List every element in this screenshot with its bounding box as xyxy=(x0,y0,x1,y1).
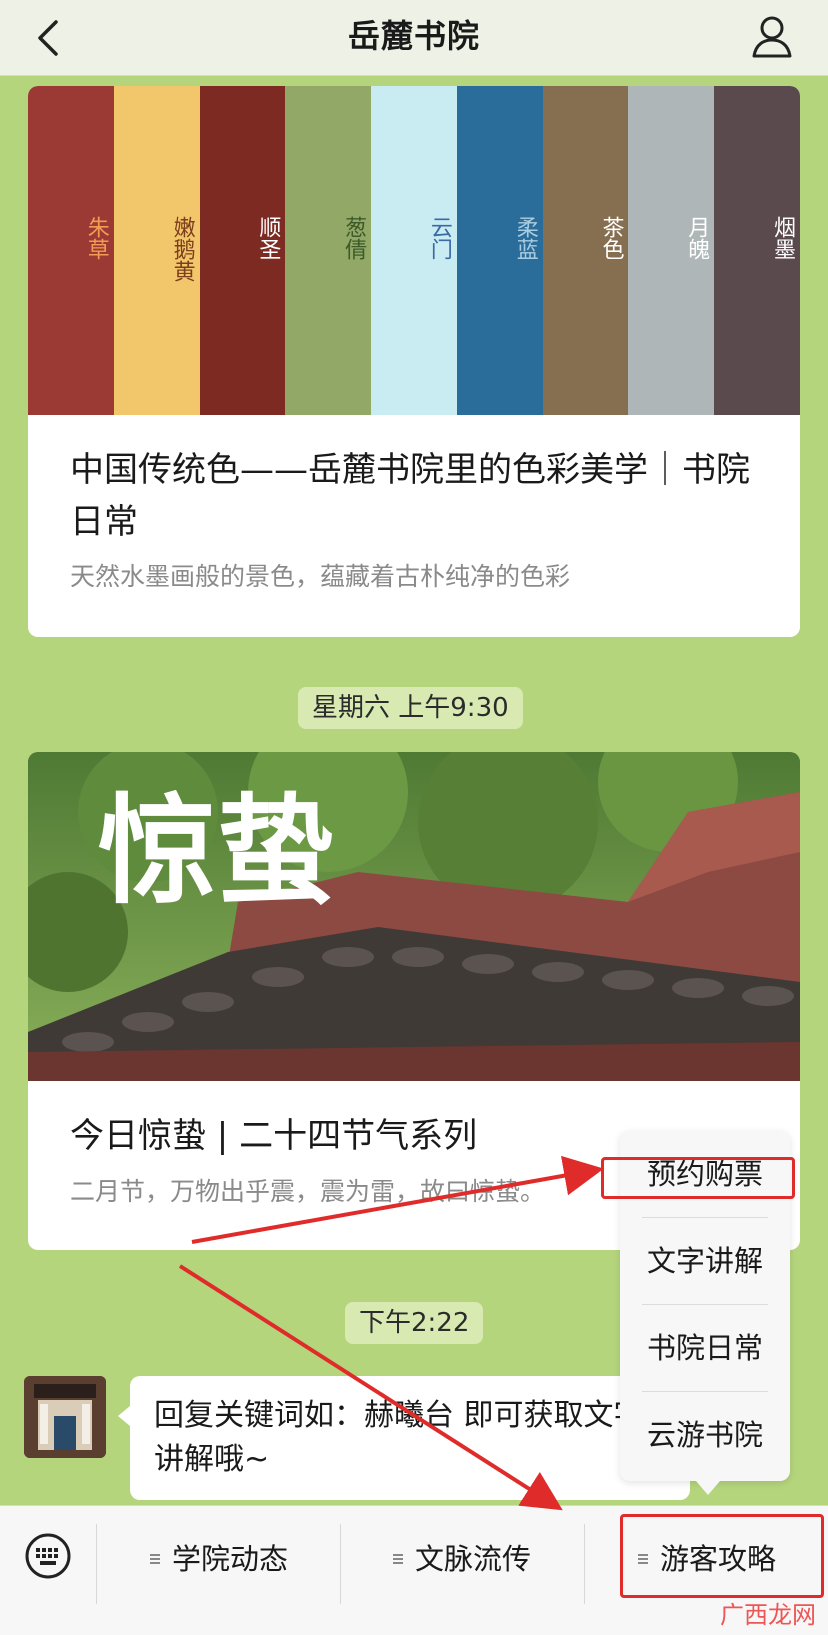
color-stripe: 葱倩 xyxy=(285,86,372,415)
message-text: 回复关键词如：赫曦台 即可获取文字讲解哦~ xyxy=(154,1398,644,1477)
article-card-colors[interactable]: 朱草 嫩鹅黄 顺圣 葱倩 云门 柔蓝 茶色 月魄 烟墨 中国传统色——岳麓书院里… xyxy=(28,86,800,637)
stripe-label: 嫩鹅黄 xyxy=(169,216,195,282)
stripe-label: 顺圣 xyxy=(255,216,281,260)
academy-gate-icon xyxy=(24,1376,106,1458)
watermark: 广西龙网 xyxy=(720,1601,816,1629)
message-bubble: 回复关键词如：赫曦台 即可获取文字讲解哦~ xyxy=(118,1376,690,1500)
menu-label: 文脉流传 xyxy=(415,1542,532,1576)
color-stripe: 月魄 xyxy=(628,86,715,415)
timestamp: 星期六 上午9:30 xyxy=(298,687,523,729)
submenu-item-daily[interactable]: 书院日常 xyxy=(642,1305,768,1391)
keyboard-toggle-icon[interactable] xyxy=(24,1532,72,1580)
stripe-label: 云门 xyxy=(426,216,452,260)
color-stripes-image: 朱草 嫩鹅黄 顺圣 葱倩 云门 柔蓝 茶色 月魄 烟墨 xyxy=(28,86,800,415)
color-stripe: 朱草 xyxy=(28,86,114,415)
color-stripe: 顺圣 xyxy=(199,86,286,415)
profile-icon[interactable] xyxy=(748,12,796,60)
menu-lines-icon xyxy=(150,1554,160,1564)
submenu-item-virtual-tour[interactable]: 云游书院 xyxy=(642,1392,768,1478)
article-title[interactable]: 中国传统色——岳麓书院里的色彩美学｜书院日常 xyxy=(70,444,770,548)
color-stripe: 云门 xyxy=(371,86,457,415)
menu-label: 学院动态 xyxy=(172,1542,289,1576)
account-avatar[interactable] xyxy=(24,1376,106,1458)
cover-image: 惊蛰 xyxy=(28,752,800,1081)
page-title: 岳麓书院 xyxy=(347,17,480,55)
divider xyxy=(584,1524,585,1604)
color-stripe: 烟墨 xyxy=(714,86,800,415)
menu-academy-news[interactable]: 学院动态 xyxy=(150,1530,288,1588)
menu-lines-icon xyxy=(393,1554,403,1564)
stripe-label: 葱倩 xyxy=(341,216,367,260)
article-subtitle: 天然水墨画般的景色，蕴藏着古朴纯净的色彩 xyxy=(70,562,571,591)
highlight-box-visitor-guide xyxy=(620,1514,824,1598)
stripe-label: 茶色 xyxy=(598,216,624,260)
stripe-label: 朱草 xyxy=(83,216,109,260)
color-stripe: 嫩鹅黄 xyxy=(113,86,200,415)
article-subtitle: 二月节，万物出乎震，震为雷，故曰惊蛰。 xyxy=(70,1177,546,1206)
roof-illustration: 惊蛰 xyxy=(28,752,800,1081)
image-title-char: 惊蛰 xyxy=(98,781,334,920)
menu-cultural-heritage[interactable]: 文脉流传 xyxy=(393,1530,531,1588)
stripe-label: 柔蓝 xyxy=(512,216,538,260)
submenu-item-text-guide[interactable]: 文字讲解 xyxy=(642,1218,768,1304)
nav-header: 岳麓书院 xyxy=(0,0,828,76)
color-stripe: 茶色 xyxy=(542,86,629,415)
timestamp: 下午2:22 xyxy=(345,1302,484,1344)
stripe-label: 烟墨 xyxy=(770,216,796,260)
color-stripe: 柔蓝 xyxy=(456,86,543,415)
divider xyxy=(96,1524,97,1604)
stripe-label: 月魄 xyxy=(684,216,710,260)
highlight-box-booking xyxy=(601,1157,795,1199)
divider xyxy=(340,1524,341,1604)
